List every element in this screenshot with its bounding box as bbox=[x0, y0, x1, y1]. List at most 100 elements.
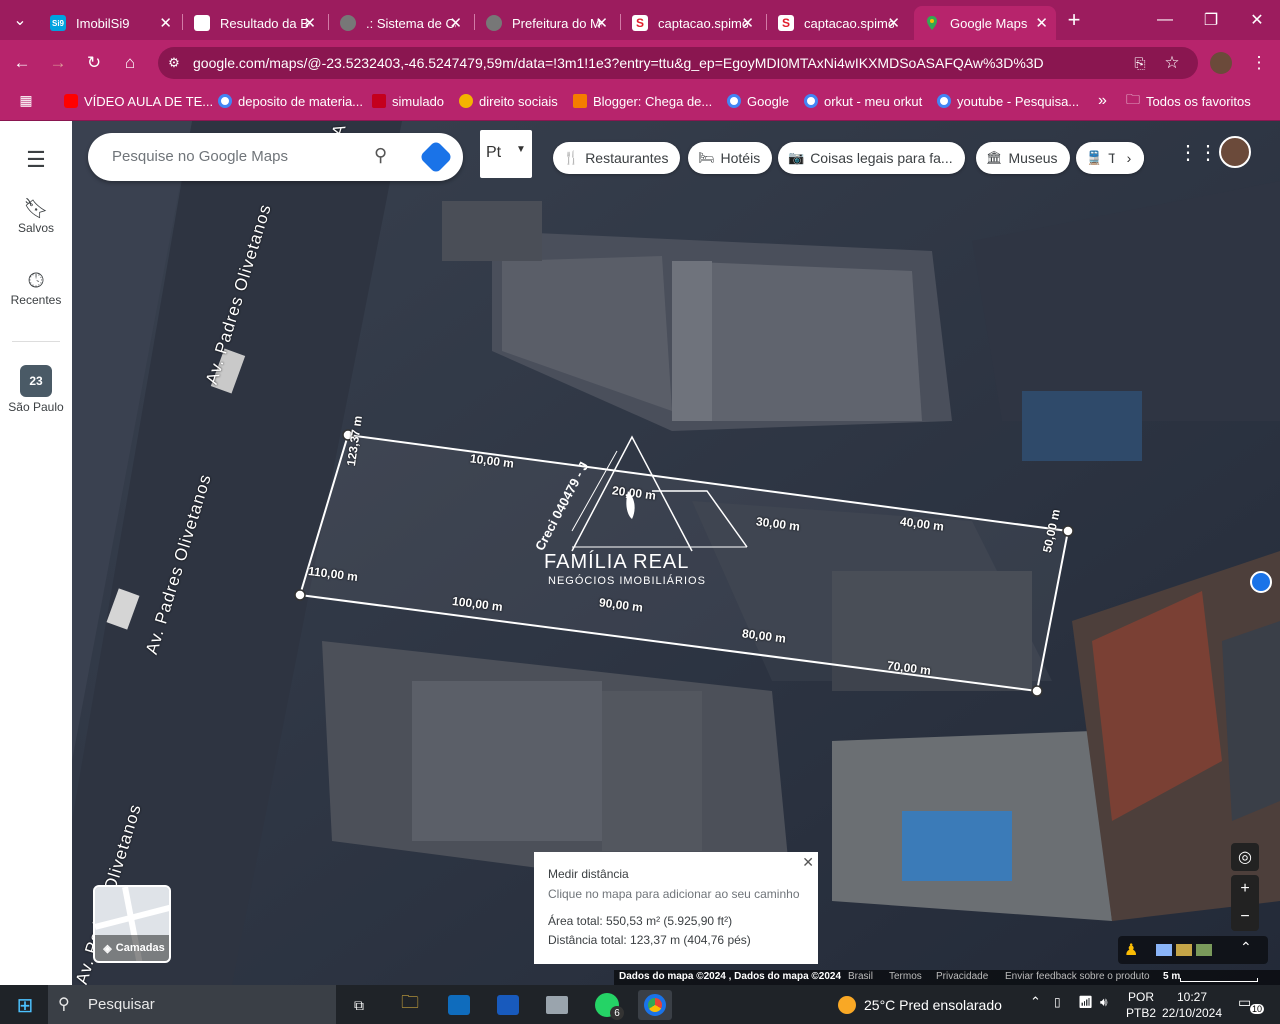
saved-button[interactable]: 🔖︎ Salvos bbox=[0, 197, 72, 235]
google-maps-favicon-icon bbox=[924, 15, 940, 31]
tab-close-icon[interactable]: ✕ bbox=[449, 14, 462, 32]
keyboard-layout: PTB2 bbox=[1126, 1006, 1157, 1020]
chips-next-chevron-icon[interactable]: › bbox=[1114, 144, 1144, 172]
expand-chevron-icon[interactable]: ⌃ bbox=[1240, 939, 1252, 956]
whatsapp-icon[interactable]: 6 bbox=[590, 990, 624, 1020]
reload-icon[interactable]: ↻ bbox=[80, 49, 108, 77]
bookmark-star-icon[interactable]: ☆ bbox=[1158, 49, 1186, 77]
chrome-icon[interactable] bbox=[638, 990, 672, 1020]
measure-hint: Clique no mapa para adicionar ao seu cam… bbox=[548, 887, 800, 901]
bookmark-simulado[interactable]: simulado bbox=[372, 92, 444, 110]
traffic-thumb-icon[interactable] bbox=[1176, 944, 1192, 956]
country-link[interactable]: Brasil bbox=[848, 971, 873, 982]
tab-label: captacao.spimo bbox=[804, 15, 894, 31]
bookmark-google[interactable]: Google bbox=[727, 92, 789, 110]
taskbar-search[interactable]: ⚲ Pesquisar bbox=[48, 985, 336, 1024]
task-view-icon[interactable]: ⧉ bbox=[342, 990, 376, 1020]
account-avatar[interactable] bbox=[1219, 136, 1251, 168]
recent-button[interactable]: 🕓︎ Recentes bbox=[0, 269, 72, 307]
chip-hotels[interactable]: 🛏 Hotéis bbox=[688, 142, 773, 174]
outlook-icon[interactable] bbox=[442, 990, 476, 1020]
address-url[interactable]: google.com/maps/@-23.5232403,-46.5247479… bbox=[193, 55, 1044, 71]
tab-captacao-1[interactable]: S captacao.spimo ✕ bbox=[622, 6, 762, 40]
tab-sistema[interactable]: .: Sistema de Ca ✕ bbox=[330, 6, 470, 40]
forward-arrow-icon[interactable]: → bbox=[44, 49, 72, 77]
word-icon[interactable] bbox=[491, 990, 525, 1020]
layers-button[interactable]: ◈ Camadas bbox=[93, 885, 171, 963]
feedback-link[interactable]: Enviar feedback sobre o produto bbox=[1005, 971, 1150, 982]
close-icon[interactable]: ✕ bbox=[802, 854, 814, 871]
directions-icon[interactable] bbox=[419, 140, 453, 174]
minimize-icon[interactable]: — bbox=[1142, 0, 1188, 40]
privacy-link[interactable]: Privacidade bbox=[936, 971, 988, 982]
back-arrow-icon[interactable]: ← bbox=[8, 49, 36, 77]
close-window-icon[interactable]: ✕ bbox=[1234, 0, 1280, 40]
chip-restaurants[interactable]: 🍴 Restaurantes bbox=[553, 142, 681, 174]
search-input[interactable]: Pesquise no Google Maps bbox=[112, 148, 288, 165]
zoom-in-icon[interactable]: + bbox=[1231, 875, 1259, 903]
tab-captacao-2[interactable]: S captacao.spimo ✕ bbox=[768, 6, 908, 40]
chip-things-to-do[interactable]: 📷 Coisas legais para fa... bbox=[778, 142, 965, 174]
tab-close-icon[interactable]: ✕ bbox=[595, 14, 608, 32]
satellite-thumb-icon[interactable] bbox=[1196, 944, 1212, 956]
museum-icon: 🏛 bbox=[986, 150, 1003, 165]
bookmarks-overflow-button[interactable]: » bbox=[1098, 92, 1107, 110]
place-label: São Paulo bbox=[8, 400, 64, 414]
maps-search-box[interactable]: Pesquise no Google Maps ⚲ bbox=[88, 133, 463, 181]
hamburger-menu-icon[interactable]: ☰ bbox=[0, 147, 72, 173]
google-apps-grid-icon[interactable]: ⋮⋮ bbox=[1178, 140, 1218, 165]
apps-grid-icon[interactable]: ▦ bbox=[12, 86, 40, 114]
restore-icon[interactable]: ❐ bbox=[1188, 0, 1234, 40]
new-tab-button[interactable]: + bbox=[1052, 0, 1096, 40]
search-icon[interactable]: ⚲ bbox=[374, 145, 387, 166]
clock[interactable]: 10:27 22/10/2024 bbox=[1160, 989, 1224, 1021]
recent-place-sao-paulo[interactable]: 23 São Paulo bbox=[0, 365, 72, 414]
browser-menu-icon[interactable]: ⋮ bbox=[1245, 49, 1273, 77]
bookmark-orkut[interactable]: orkut - meu orkut bbox=[804, 92, 922, 110]
volume-icon[interactable]: 🔊︎ bbox=[1100, 995, 1108, 1010]
taskbar-search-input[interactable]: Pesquisar bbox=[88, 996, 155, 1013]
bookmark-blogger[interactable]: Blogger: Chega de... bbox=[573, 92, 712, 110]
tab-close-icon[interactable]: ✕ bbox=[1035, 14, 1048, 32]
place-pin-icon[interactable] bbox=[1250, 571, 1272, 593]
tab-close-icon[interactable]: ✕ bbox=[887, 14, 900, 32]
google-icon bbox=[937, 94, 951, 108]
input-language[interactable]: POR PTB2 bbox=[1126, 989, 1156, 1021]
tab-search-chevron-icon[interactable]: ⌄ bbox=[0, 0, 40, 40]
bookmark-label: orkut - meu orkut bbox=[824, 93, 923, 109]
scale-label[interactable]: 5 m bbox=[1163, 971, 1180, 982]
terrain-thumb-icon[interactable] bbox=[1156, 944, 1172, 956]
tab-resultado[interactable]: Resultado da Bu ✕ bbox=[184, 6, 324, 40]
bookmark-video-aula[interactable]: VÍDEO AULA DE TE... bbox=[64, 92, 213, 110]
profile-avatar[interactable] bbox=[1207, 49, 1235, 77]
tab-close-icon[interactable]: ✕ bbox=[741, 14, 754, 32]
notifications-icon[interactable]: ▭ 10 bbox=[1238, 994, 1265, 1014]
file-explorer-icon[interactable]: 🗀 bbox=[393, 990, 427, 1020]
language-dropdown[interactable]: Pt ▼ bbox=[480, 130, 532, 178]
wifi-icon[interactable]: 📶︎ bbox=[1078, 995, 1093, 1009]
weather-widget[interactable]: 25°C Pred ensolarado bbox=[838, 996, 1002, 1014]
tray-device-icon[interactable]: ▯ bbox=[1054, 995, 1061, 1009]
tab-imobilsi9[interactable]: Si9 ImobilSi9 ✕ bbox=[40, 6, 180, 40]
tab-close-icon[interactable]: ✕ bbox=[303, 14, 316, 32]
zoom-out-icon[interactable]: − bbox=[1231, 903, 1259, 931]
bookmark-direito-sociais[interactable]: direito sociais bbox=[459, 92, 558, 110]
remote-desktop-icon[interactable] bbox=[540, 990, 574, 1020]
brand-tagline: NEGÓCIOS IMOBILIÁRIOS bbox=[548, 575, 706, 587]
site-info-icon[interactable]: ⚙ bbox=[160, 49, 188, 77]
my-location-icon[interactable]: ◎ bbox=[1231, 843, 1259, 871]
windows-start-icon[interactable]: ⊞ bbox=[8, 990, 42, 1020]
all-favorites-folder[interactable]: 🗀 Todos os favoritos bbox=[1126, 91, 1251, 110]
install-app-icon[interactable]: ⎘ bbox=[1126, 49, 1154, 77]
tab-close-icon[interactable]: ✕ bbox=[159, 14, 172, 32]
tab-google-maps[interactable]: Google Maps ✕ bbox=[914, 6, 1056, 40]
terms-link[interactable]: Termos bbox=[889, 971, 922, 982]
home-icon[interactable]: ⌂ bbox=[116, 49, 144, 77]
tab-prefeitura[interactable]: Prefeitura do Mu ✕ bbox=[476, 6, 616, 40]
bookmark-deposito[interactable]: deposito de materia... bbox=[218, 92, 363, 110]
tray-overflow-chevron-icon[interactable]: ⌃ bbox=[1030, 994, 1041, 1010]
pegman-icon[interactable]: ♟ bbox=[1124, 940, 1138, 960]
chip-museums[interactable]: 🏛 Museus bbox=[976, 142, 1070, 174]
chip-label: Coisas legais para fa... bbox=[810, 150, 953, 166]
bookmark-youtube-pesquisa[interactable]: youtube - Pesquisa... bbox=[937, 92, 1079, 110]
